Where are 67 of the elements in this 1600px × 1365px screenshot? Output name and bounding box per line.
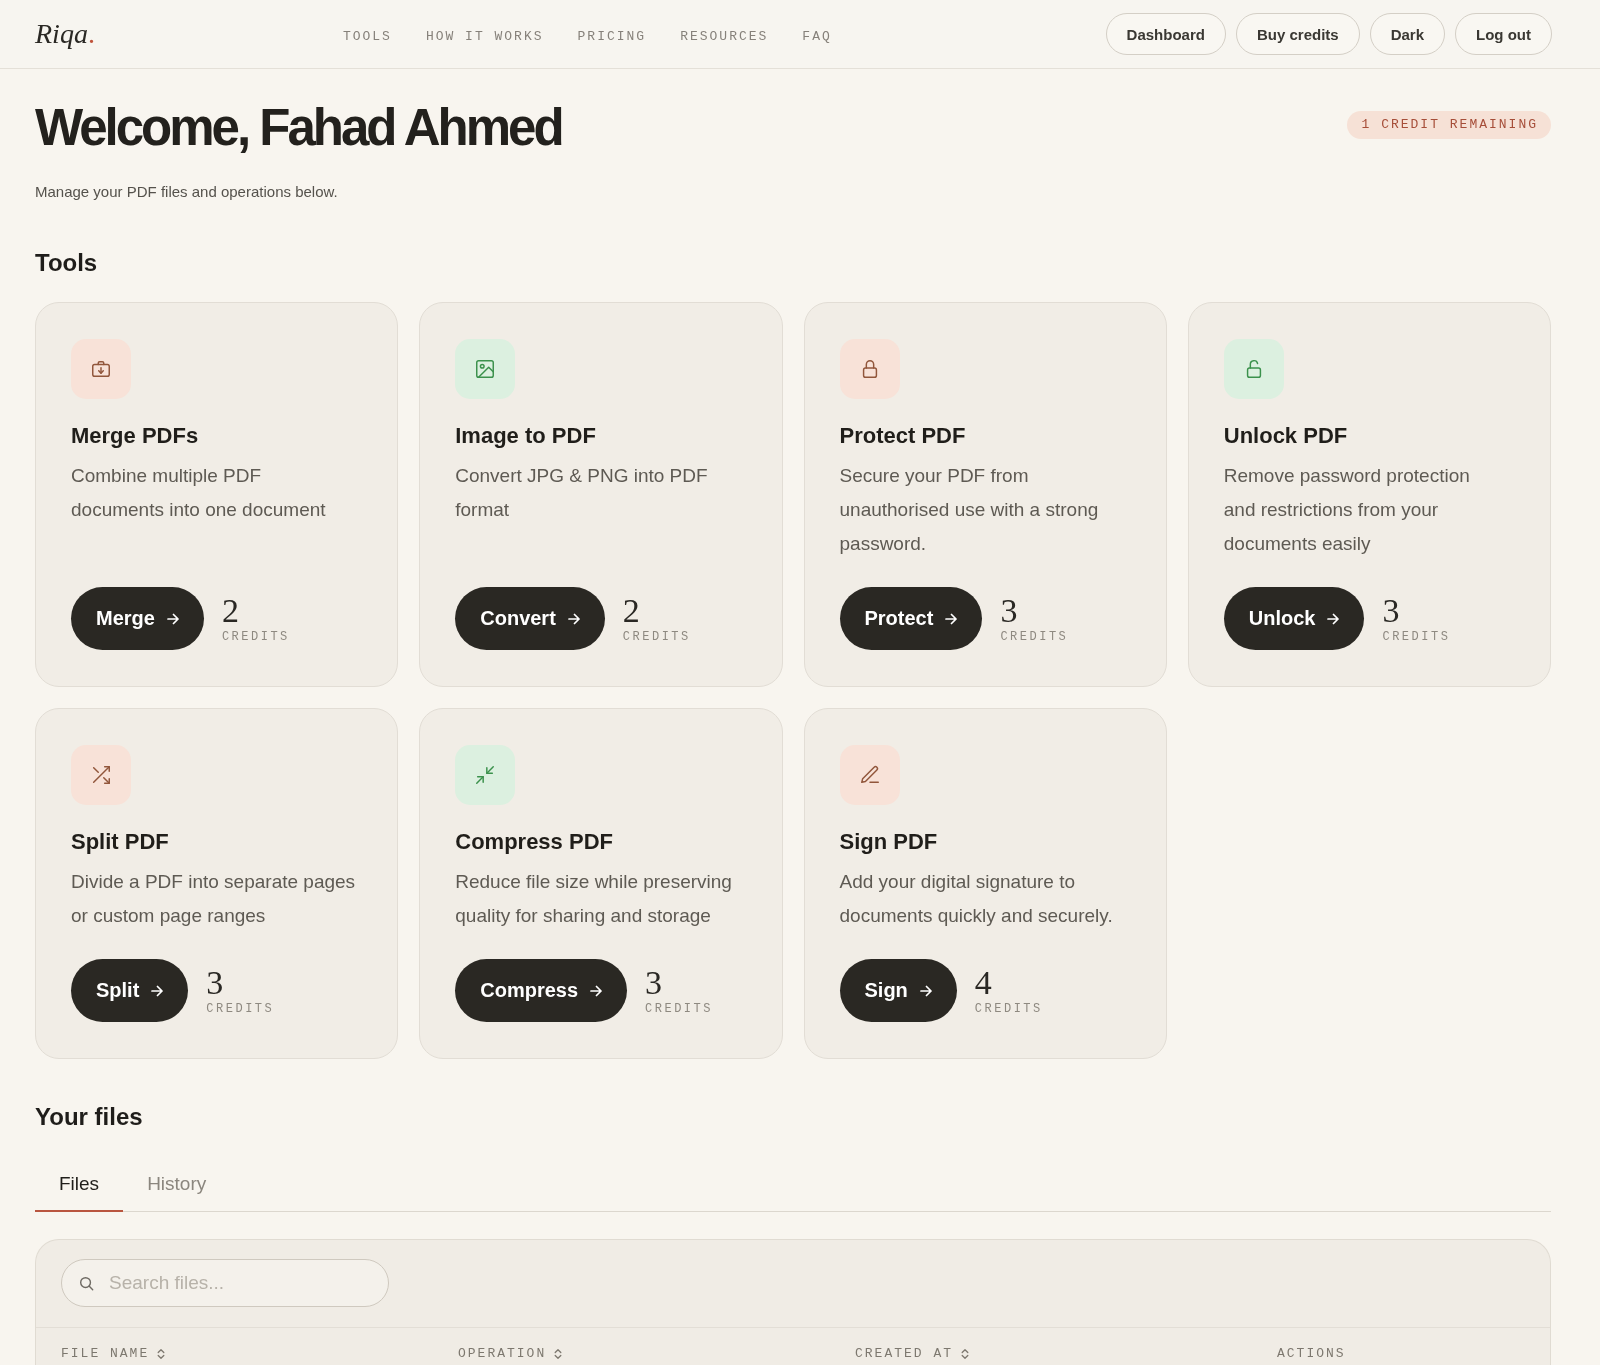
nav-link[interactable]: TOOLS <box>342 29 392 44</box>
arrow-right-icon <box>567 612 580 625</box>
nav-link[interactable]: HOW IT WORKS <box>425 29 544 44</box>
tool-button[interactable]: Protect <box>839 587 983 650</box>
credit-count: 3 <box>1000 595 1019 626</box>
nav-link[interactable]: RESOURCES <box>680 29 769 44</box>
tool-button[interactable]: Compress <box>455 959 628 1022</box>
credits-label: CREDITS <box>645 1001 713 1016</box>
tool-description: Add your digital signature to documents quickly and securely. <box>839 870 1114 928</box>
credit-count: 3 <box>206 967 225 998</box>
tool-button[interactable]: Convert <box>455 587 605 650</box>
nav-link[interactable]: PRICING <box>577 29 647 44</box>
credit-count: 2 <box>622 595 641 626</box>
credits-label: CREDITS <box>1000 629 1069 644</box>
tool-description: Secure your PDF from unauthorised use with a strong password. <box>839 464 1100 556</box>
credit-badge: 1 CREDIT REMAINING <box>1346 111 1551 139</box>
sort-icon[interactable] <box>554 1348 563 1360</box>
arrow-right-icon <box>1327 612 1340 625</box>
sort-icon[interactable] <box>157 1348 166 1360</box>
tool-description: Divide a PDF into separate pages or custom page ranges <box>71 870 357 928</box>
tab[interactable]: Files <box>35 1162 124 1212</box>
credit-count: 3 <box>645 967 664 998</box>
header-button[interactable]: Dark <box>1369 13 1445 55</box>
tool-title: Compress PDF <box>455 828 614 856</box>
tool-title: Sign PDF <box>839 828 939 856</box>
welcome-subtitle: Manage your PDF files and operations below. <box>35 182 339 202</box>
column-header[interactable]: FILE NAME <box>61 1346 150 1362</box>
tool-title: Merge PDFs <box>71 422 200 450</box>
column-header: ACTIONS <box>1277 1346 1346 1362</box>
header-button[interactable]: Dashboard <box>1105 13 1226 55</box>
tool-button[interactable]: Unlock <box>1223 587 1365 650</box>
tool-description: Convert JPG & PNG into PDF format <box>455 464 709 522</box>
credits-label: CREDITS <box>1382 629 1451 644</box>
credit-count: 4 <box>974 967 993 998</box>
search-field[interactable]: Search files... <box>61 1259 389 1307</box>
tool-title: Split PDF <box>71 828 170 856</box>
header-button[interactable]: Log out <box>1455 13 1552 55</box>
credits-label: CREDITS <box>221 629 290 644</box>
arrow-right-icon <box>151 984 164 997</box>
tool-title: Unlock PDF <box>1223 422 1349 450</box>
sort-icon[interactable] <box>961 1348 969 1360</box>
tool-description: Remove password protection and restrictions from your documents easily <box>1223 464 1471 556</box>
nav-link[interactable]: FAQ <box>802 29 832 44</box>
tool-button[interactable]: Merge <box>71 587 204 650</box>
tool-title: Protect PDF <box>839 422 967 450</box>
logo[interactable]: Riqa. <box>35 18 95 50</box>
search-icon <box>79 1276 94 1291</box>
credits-label: CREDITS <box>974 1001 1043 1016</box>
tool-button[interactable]: Split <box>71 959 189 1022</box>
credit-count: 2 <box>221 595 240 626</box>
section-heading: Tools <box>35 248 99 278</box>
arrow-right-icon <box>166 612 179 625</box>
section-heading: Your files <box>35 1102 144 1132</box>
arrow-right-icon <box>945 612 958 625</box>
arrow-right-icon <box>590 984 603 997</box>
arrow-right-icon <box>919 984 932 997</box>
header-button[interactable]: Buy credits <box>1235 13 1360 55</box>
column-header[interactable]: OPERATION <box>458 1346 547 1362</box>
tool-description: Reduce file size while preserving quality for sharing and storage <box>455 870 733 928</box>
credits-label: CREDITS <box>622 629 691 644</box>
credits-label: CREDITS <box>206 1001 275 1016</box>
welcome-title: Welcome, Fahad Ahmed <box>35 102 562 153</box>
credit-count: 3 <box>1382 595 1401 626</box>
tool-description: Combine multiple PDF documents into one document <box>71 464 327 522</box>
tool-title: Image to PDF <box>455 422 597 450</box>
tool-button[interactable]: Sign <box>839 959 957 1022</box>
column-header[interactable]: CREATED AT <box>855 1346 953 1362</box>
